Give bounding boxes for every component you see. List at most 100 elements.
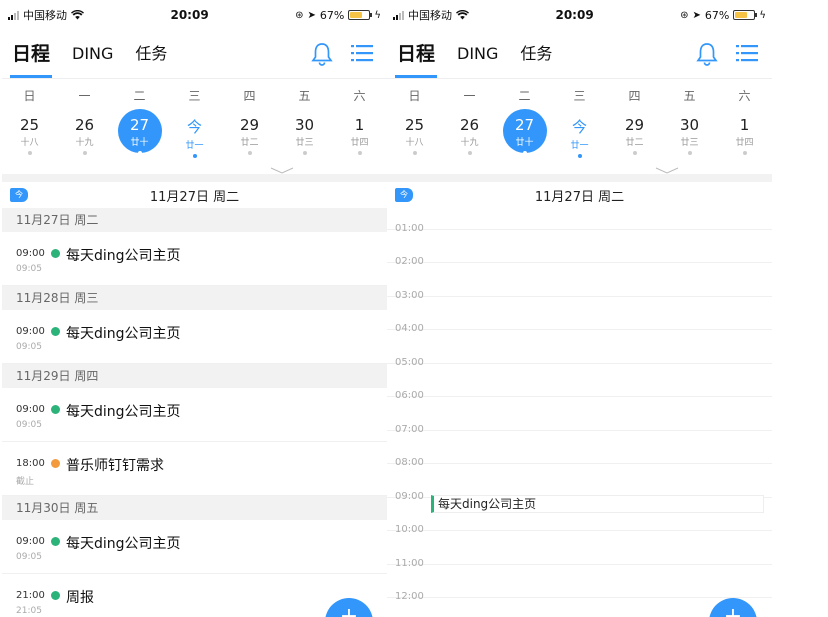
date-cell[interactable]: 25 十八 <box>387 112 442 160</box>
timeline-event[interactable]: 每天ding公司主页 <box>431 495 764 513</box>
today-badge-icon[interactable]: 今 <box>395 188 413 202</box>
wifi-icon <box>456 10 469 20</box>
weekday-label: 五 <box>298 89 311 103</box>
date-cell[interactable]: 26 十九 <box>57 112 112 160</box>
date-cell-today[interactable]: 今廿一 <box>552 112 607 160</box>
weekday-label: 四 <box>243 89 256 103</box>
event-end-time: 09:05 <box>16 342 42 352</box>
event-end-time: 09:05 <box>16 552 42 562</box>
list-menu-icon[interactable] <box>736 42 758 64</box>
tab-tasks[interactable]: 任务 <box>520 30 552 78</box>
week-dates: 25 十八 26 十九 27 廿十 今廿一 29 廿二 30 廿三 1 廿四 <box>2 109 387 160</box>
event-color-dot <box>51 591 60 600</box>
event-item[interactable]: 09:00 09:05 每天ding公司主页 <box>2 310 387 364</box>
expand-calendar-chevron-icon[interactable] <box>2 160 387 174</box>
battery-icon <box>733 10 758 20</box>
date-cell[interactable]: 1 廿四 <box>717 112 772 160</box>
hour-label: 02:00 <box>395 256 424 267</box>
lunar-date: 廿一 <box>570 141 589 151</box>
signal-icon <box>8 10 19 20</box>
lunar-date: 廿四 <box>350 138 369 148</box>
event-color-dot <box>51 249 60 258</box>
tab-ding[interactable]: DING <box>457 30 498 78</box>
date-number: 30 <box>294 116 315 134</box>
bell-icon[interactable] <box>696 42 718 66</box>
plus-icon: + <box>723 604 743 617</box>
event-item[interactable]: 18:00 截止 普乐师钉钉需求 <box>2 442 387 496</box>
weekday-label: 二 <box>133 89 146 103</box>
event-item[interactable]: 09:00 09:05 每天ding公司主页 <box>2 520 387 574</box>
date-number: 26 <box>74 116 95 134</box>
expand-calendar-chevron-icon[interactable] <box>387 160 772 174</box>
battery-icon <box>348 10 373 20</box>
date-cell[interactable]: 26 十九 <box>442 112 497 160</box>
clock-time: 20:09 <box>555 8 594 22</box>
hour-label: 05:00 <box>395 357 424 368</box>
date-cell[interactable]: 30 廿三 <box>662 112 717 160</box>
day-timeline-view: 中国移动 20:09 ⊛ ➤ 67% ϟ 日程 DING 任务 日 一 二 三 … <box>387 0 772 617</box>
weekday-label: 六 <box>738 89 751 103</box>
lunar-date: 廿四 <box>735 138 754 148</box>
event-item[interactable]: 09:00 09:05 每天ding公司主页 <box>2 388 387 442</box>
tab-tasks[interactable]: 任务 <box>135 30 167 78</box>
weekday-header: 日 一 二 三 四 五 六 <box>2 78 387 112</box>
event-end-time: 21:05 <box>16 606 42 616</box>
week-dates: 25 十八 26 十九 27 廿十 今廿一 29 廿二 30 廿三 1 廿四 <box>387 109 772 160</box>
date-cell-selected[interactable]: 27 廿十 <box>497 109 552 160</box>
date-cell-selected[interactable]: 27 廿十 <box>112 109 167 160</box>
lunar-date: 廿一 <box>185 141 204 151</box>
date-number: 29 <box>624 116 645 134</box>
date-cell[interactable]: 30 廿三 <box>277 112 332 160</box>
hour-label: 12:00 <box>395 591 424 602</box>
event-color-dot <box>51 327 60 336</box>
day-section-header: 11月27日 周二 <box>2 208 387 232</box>
current-date-bar: 今 11月27日 周二 <box>2 182 387 208</box>
current-date-title: 11月27日 周二 <box>534 189 625 205</box>
event-color-dot <box>51 459 60 468</box>
location-icon: ➤ <box>692 9 701 21</box>
event-item[interactable]: 09:00 09:05 每天ding公司主页 <box>2 232 387 286</box>
hour-label: 07:00 <box>395 424 424 435</box>
hour-label: 03:00 <box>395 290 424 301</box>
status-bar: 中国移动 20:09 ⊛ ➤ 67% ϟ <box>2 0 387 30</box>
top-nav: 日程 DING 任务 <box>387 30 772 78</box>
weekday-label: 二 <box>518 89 531 103</box>
tab-schedule[interactable]: 日程 <box>9 30 53 78</box>
hour-label: 08:00 <box>395 457 424 468</box>
date-number: 25 <box>404 116 425 134</box>
bell-icon[interactable] <box>311 42 333 66</box>
tab-ding[interactable]: DING <box>72 30 113 78</box>
event-title: 普乐师钉钉需求 <box>66 458 164 474</box>
hour-label: 01:00 <box>395 223 424 234</box>
event-start-time: 18:00 <box>16 458 45 469</box>
event-title: 每天ding公司主页 <box>66 326 181 342</box>
event-start-time: 09:00 <box>16 536 45 547</box>
orientation-lock-icon: ⊛ <box>295 9 304 21</box>
date-cell[interactable]: 25 十八 <box>2 112 57 160</box>
date-number: 今 <box>571 118 587 136</box>
event-start-time: 09:00 <box>16 404 45 415</box>
hour-label: 10:00 <box>395 524 424 535</box>
event-start-time: 21:00 <box>16 590 45 601</box>
current-date-bar: 今 11月27日 周二 <box>387 182 772 208</box>
today-badge-icon[interactable]: 今 <box>10 188 28 202</box>
event-title: 每天ding公司主页 <box>66 404 181 420</box>
hour-label: 11:00 <box>395 558 424 569</box>
day-section-header: 11月29日 周四 <box>2 364 387 388</box>
hour-timeline[interactable]: 01:00 02:00 03:00 04:00 05:00 06:00 07:0… <box>387 208 772 617</box>
list-menu-icon[interactable] <box>351 42 373 64</box>
charging-icon: ϟ <box>759 9 766 21</box>
tab-schedule[interactable]: 日程 <box>394 30 438 78</box>
date-cell-today[interactable]: 今廿一 <box>167 112 222 160</box>
date-cell[interactable]: 29 廿二 <box>607 112 662 160</box>
date-cell[interactable]: 1 廿四 <box>332 112 387 160</box>
date-number: 27 <box>129 116 150 134</box>
lunar-date: 廿二 <box>240 138 259 148</box>
lunar-date: 十八 <box>20 138 39 148</box>
date-number: 1 <box>354 116 365 134</box>
lunar-date: 廿三 <box>295 138 314 148</box>
lunar-date: 十九 <box>75 138 94 148</box>
current-date-title: 11月27日 周二 <box>149 189 240 205</box>
date-cell[interactable]: 29 廿二 <box>222 112 277 160</box>
day-section-header: 11月30日 周五 <box>2 496 387 520</box>
